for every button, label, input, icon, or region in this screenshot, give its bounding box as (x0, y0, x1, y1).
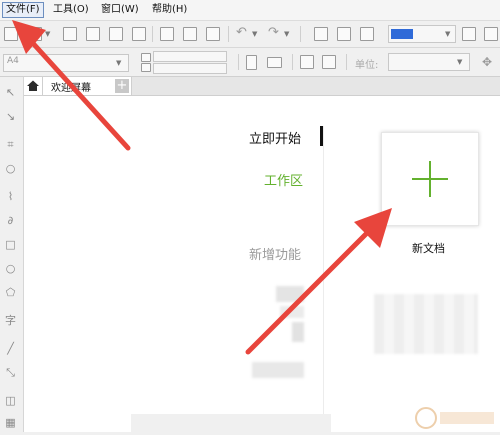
annotation-arrows (12, 20, 392, 355)
site-watermark-logo (412, 404, 500, 432)
annotation-arrow-to-file-menu (27, 37, 131, 151)
annotation-arrow-to-new-document (245, 225, 375, 355)
